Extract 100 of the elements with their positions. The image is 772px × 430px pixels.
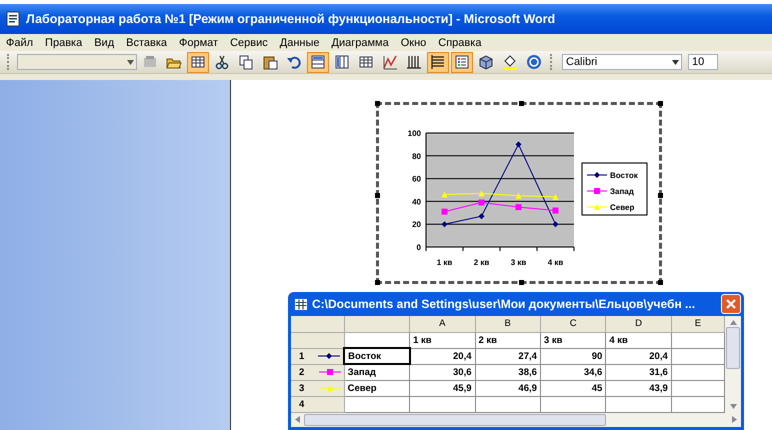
legend-box: [582, 162, 648, 216]
copy-icon: [238, 54, 254, 70]
legend-label: Запад: [610, 187, 634, 196]
table-cell[interactable]: 2 кв: [475, 332, 540, 348]
row-header[interactable]: 4: [291, 396, 344, 412]
row-header[interactable]: 1: [291, 348, 344, 364]
column-header[interactable]: D: [606, 316, 672, 332]
menu-item[interactable]: Справка: [438, 36, 482, 48]
clipboard-icon: [262, 54, 278, 70]
table-cell[interactable]: 4 кв: [606, 332, 672, 348]
table-cell[interactable]: Север: [344, 380, 410, 396]
table-cell[interactable]: 34,6: [540, 364, 606, 380]
horizontal-scrollbar[interactable]: [291, 412, 741, 426]
h-grid-button[interactable]: [427, 52, 449, 72]
resize-handle[interactable]: [658, 101, 663, 106]
scissors-icon: [214, 54, 230, 70]
menu-item[interactable]: Данные: [280, 36, 320, 48]
scroll-left-icon: [295, 416, 300, 423]
table-cell[interactable]: [540, 396, 606, 412]
table-cell[interactable]: [410, 396, 475, 412]
grid-icon: [295, 298, 307, 310]
data-point: [552, 221, 558, 228]
rows-icon: [310, 54, 326, 70]
scroll-down-icon: [730, 404, 736, 408]
table-cell[interactable]: 38,6: [475, 364, 540, 380]
table-cell[interactable]: 43,9: [606, 380, 672, 396]
data-point: [516, 141, 522, 148]
table-cell[interactable]: 30,6: [410, 364, 475, 380]
chart-object[interactable]: 0 20 40 60 80 100 1 кв 2 кв 3 кв 4 кв Восток Запад Север: [376, 102, 662, 284]
font-dropdown[interactable]: Calibri: [562, 54, 682, 70]
resize-handle[interactable]: [375, 280, 380, 285]
scroll-up-icon: [730, 320, 736, 325]
table-cell[interactable]: Запад: [344, 364, 410, 380]
vertical-scrollbar[interactable]: [725, 316, 741, 412]
column-header[interactable]: B: [475, 316, 540, 332]
data-point: [442, 192, 448, 198]
table-cell[interactable]: [475, 396, 540, 412]
table-cell[interactable]: 45: [540, 380, 606, 396]
table-cell[interactable]: 20,4: [606, 348, 672, 364]
menu-item[interactable]: Вставка: [126, 36, 168, 48]
axis-label: 40: [412, 197, 421, 206]
data-point: [516, 192, 522, 199]
axis-label: 0: [416, 243, 421, 252]
menu-item[interactable]: Вид: [94, 36, 114, 48]
column-header[interactable]: A: [410, 316, 475, 332]
row-header[interactable]: 2: [291, 364, 344, 380]
resize-handle[interactable]: [375, 101, 380, 106]
resize-handle[interactable]: [658, 280, 663, 285]
style-dropdown[interactable]: [17, 54, 137, 70]
close-button[interactable]: [721, 294, 741, 314]
document-icon: [6, 11, 20, 27]
row-header[interactable]: 3: [291, 380, 344, 396]
table-cell[interactable]: [344, 396, 410, 412]
menu-item[interactable]: Формат: [179, 36, 218, 48]
axis-label: 4 кв: [548, 258, 564, 267]
dropdown-arrow-icon: [127, 60, 134, 64]
table-cell[interactable]: 31,6: [606, 364, 672, 380]
help-icon: [526, 54, 542, 70]
column-header[interactable]: C: [540, 316, 606, 332]
legend-label: Восток: [610, 171, 638, 180]
data-point: [516, 204, 522, 210]
axis-label: 100: [408, 129, 421, 138]
table-cell[interactable]: 46,9: [475, 380, 540, 396]
axis-label: 1 кв: [436, 258, 452, 267]
resize-handle[interactable]: [375, 193, 380, 198]
table-cell[interactable]: 1 кв: [410, 332, 475, 348]
undo-icon: [286, 54, 302, 70]
legend-marker: [586, 204, 608, 210]
legend-button[interactable]: [451, 52, 473, 72]
table-icon: [190, 54, 206, 70]
data-point: [442, 221, 448, 228]
menu-item[interactable]: Диаграмма: [332, 36, 389, 48]
data-point: [552, 208, 558, 214]
table-cell[interactable]: [606, 396, 672, 412]
legend-marker: [586, 188, 608, 194]
column-header[interactable]: E: [671, 316, 724, 332]
resize-handle[interactable]: [519, 101, 524, 106]
menu-item[interactable]: Сервис: [230, 36, 268, 48]
legend-marker: [586, 172, 608, 178]
table-cell[interactable]: 20,4: [410, 348, 475, 364]
by-row-button[interactable]: [307, 52, 329, 72]
menu-item[interactable]: Правка: [45, 36, 82, 48]
menu-item[interactable]: Окно: [400, 36, 426, 48]
table-icon: [358, 54, 374, 70]
menu-item[interactable]: Файл: [6, 36, 34, 48]
datasheet-title: C:\Documents and Settings\user\Мои документы\Ельцов\учебн ...: [312, 297, 696, 311]
table-cell[interactable]: Восток: [344, 348, 410, 364]
font-size-field[interactable]: 10: [688, 54, 718, 70]
scroll-right-icon: [732, 416, 737, 423]
datasheet-button[interactable]: [187, 52, 209, 72]
horizontal-lines-icon: [430, 54, 446, 70]
table-cell[interactable]: 3 кв: [540, 332, 606, 348]
resize-handle[interactable]: [658, 193, 663, 198]
columns-icon: [334, 54, 350, 70]
table-cell[interactable]: 45,9: [410, 380, 475, 396]
resize-handle[interactable]: [519, 280, 524, 285]
data-point: [552, 194, 558, 200]
axis-label: 20: [412, 220, 421, 230]
table-cell[interactable]: 27,4: [475, 348, 540, 364]
table-cell[interactable]: 90: [540, 348, 606, 364]
